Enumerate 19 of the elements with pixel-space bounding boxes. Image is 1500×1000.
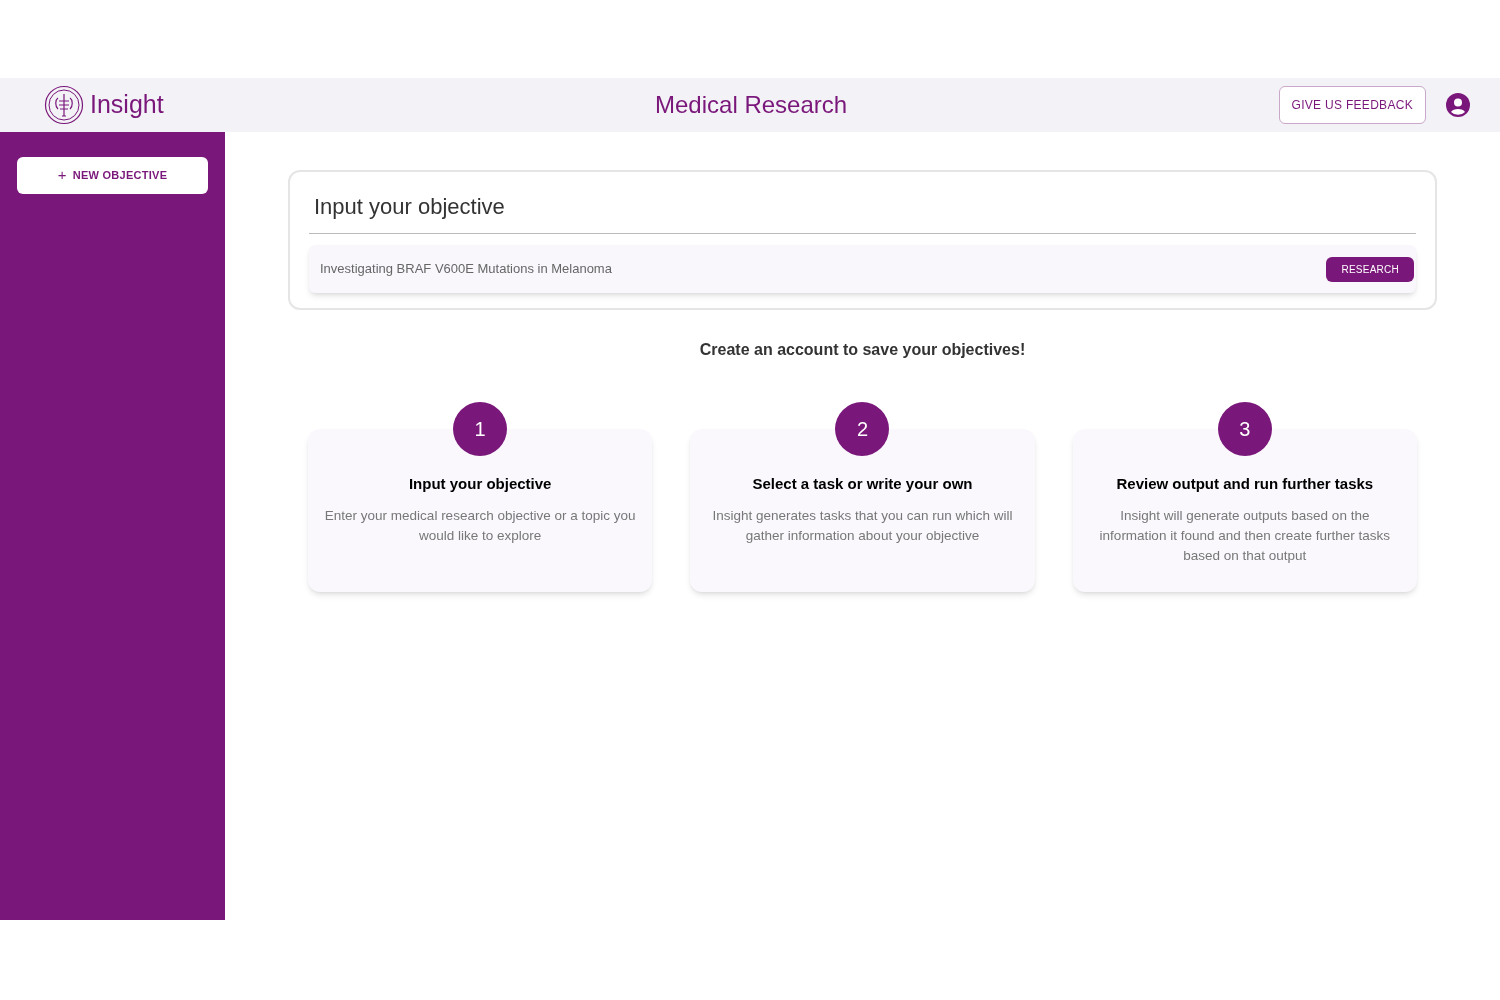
step-number-badge: 2 — [835, 402, 890, 456]
objective-input-field[interactable]: Investigating BRAF V600E Mutations in Melanoma RESEARCH — [309, 245, 1416, 293]
step-title: Select a task or write your own — [751, 474, 974, 494]
page-title: Medical Research — [655, 90, 848, 120]
step-number-badge: 1 — [453, 402, 508, 456]
brain-logo-icon — [44, 85, 84, 125]
feedback-button[interactable]: GIVE US FEEDBACK — [1278, 86, 1426, 124]
objective-heading: Input your objective — [309, 190, 1416, 234]
step-description: Enter your medical research objective or a topic you would like to explore — [324, 506, 637, 545]
step-number-badge: 3 — [1217, 402, 1272, 456]
step-title: Input your objective — [407, 474, 553, 494]
step-description: Insight generates tasks that you can run which will gather information about your objective — [711, 506, 1014, 545]
research-button[interactable]: RESEARCH — [1326, 256, 1414, 282]
step-title: Review output and run further tasks — [1115, 474, 1375, 494]
logo-text: Insight — [90, 89, 164, 121]
new-objective-button[interactable]: + NEW OBJECTIVE — [17, 157, 208, 194]
user-avatar-icon[interactable] — [1446, 93, 1470, 117]
account-notice: Create an account to save your objectives! — [698, 340, 1027, 360]
step-description: Insight will generate outputs based on the information it found and then create further tasks based on that output — [1098, 506, 1392, 565]
